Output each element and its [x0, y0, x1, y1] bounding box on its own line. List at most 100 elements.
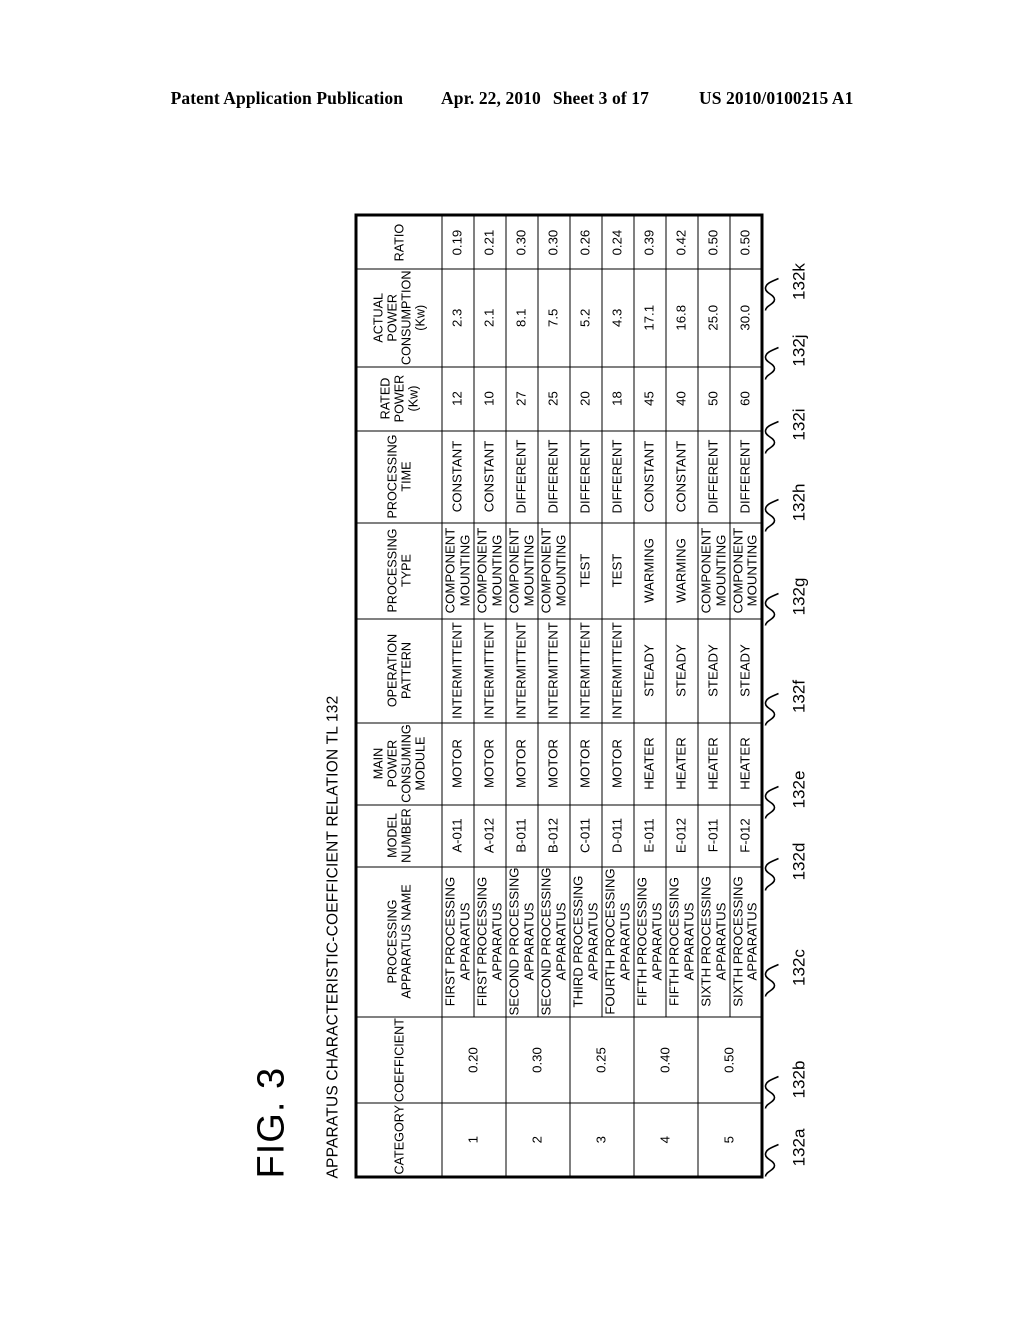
- cell-processing-type: COMPONENT MOUNTING: [697, 522, 730, 619]
- cell-module: HEATER: [633, 722, 666, 805]
- cell-processing-time: CONSTANT: [441, 430, 474, 523]
- leader-line-squiggle: [764, 498, 779, 532]
- column-header-module: MAIN POWER CONSUMING MODULE: [355, 722, 442, 805]
- cell-operation-pattern: INTERMITTENT: [601, 618, 634, 723]
- leader-line-squiggle: [764, 277, 779, 311]
- column-header-processing-time: PROCESSING TIME: [355, 430, 442, 523]
- cell-actual-power: 2.1: [473, 269, 506, 367]
- cell-processing-type: COMPONENT MOUNTING: [505, 522, 538, 619]
- publication-date: Apr. 22, 2010: [441, 88, 541, 108]
- cell-rated-power: 10: [473, 366, 506, 431]
- reference-numeral-label: 132d: [789, 842, 808, 881]
- cell-coefficient: 0.40: [633, 1016, 698, 1104]
- leader-line-squiggle: [764, 346, 779, 380]
- cell-operation-pattern: STEADY: [729, 618, 762, 723]
- cell-rated-power: 40: [665, 366, 698, 431]
- patent-sheet-header: Patent Application Publication Apr. 22, …: [0, 88, 1024, 109]
- leader-line-squiggle: [764, 785, 779, 819]
- cell-apparatus-name: FIFTH PROCESSING APPARATUS: [665, 866, 698, 1017]
- cell-category: 4: [633, 1103, 698, 1177]
- cell-actual-power: 4.3: [601, 269, 634, 367]
- leader-line-squiggle: [764, 1143, 779, 1177]
- cell-model-number: B-012: [537, 804, 570, 867]
- cell-rated-power: 50: [697, 366, 730, 431]
- cell-ratio: 0.19: [441, 215, 474, 270]
- column-header-category: CATEGORY: [355, 1103, 442, 1177]
- cell-rated-power: 20: [569, 366, 602, 431]
- cell-module: MOTOR: [569, 722, 602, 805]
- cell-module: HEATER: [729, 722, 762, 805]
- column-header-ratio: RATIO: [355, 215, 442, 270]
- table-row: 4 0.40 FIFTH PROCESSING APPARATUS E-011 HEAT…: [633, 215, 698, 1177]
- cell-rated-power: 25: [537, 366, 570, 431]
- cell-module: MOTOR: [601, 722, 634, 805]
- cell-operation-pattern: INTERMITTENT: [505, 618, 538, 723]
- column-header-processing-type: PROCESSING TYPE: [355, 522, 442, 619]
- cell-ratio: 0.50: [697, 215, 730, 270]
- cell-model-number: F-011: [697, 804, 730, 867]
- cell-coefficient: 0.30: [505, 1016, 570, 1104]
- figure-label: FIG. 3: [250, 1066, 292, 1179]
- cell-category: 3: [569, 1103, 634, 1177]
- cell-apparatus-name: SIXTH PROCESSING APPARATUS: [697, 866, 730, 1017]
- leader-line-squiggle: [764, 592, 779, 626]
- cell-model-number: B-011: [505, 804, 538, 867]
- cell-processing-time: DIFFERENT: [697, 430, 730, 523]
- cell-module: MOTOR: [505, 722, 538, 805]
- patent-number: US 2010/0100215 A1: [698, 88, 854, 108]
- cell-model-number: F-012: [729, 804, 762, 867]
- cell-rated-power: 45: [633, 366, 666, 431]
- cell-ratio: 0.30: [505, 215, 538, 270]
- cell-actual-power: 2.3: [441, 269, 474, 367]
- cell-apparatus-name: SIXTH PROCESSING APPARATUS: [729, 866, 762, 1017]
- cell-actual-power: 5.2: [569, 269, 602, 367]
- cell-category: 2: [505, 1103, 570, 1177]
- cell-processing-time: DIFFERENT: [601, 430, 634, 523]
- cell-coefficient: 0.25: [569, 1016, 634, 1104]
- reference-numeral-label: 132f: [789, 679, 808, 714]
- cell-processing-type: COMPONENT MOUNTING: [441, 522, 474, 619]
- cell-actual-power: 16.8: [665, 269, 698, 367]
- cell-coefficient: 0.20: [441, 1016, 506, 1104]
- reference-numeral-label: 132e: [789, 770, 808, 809]
- leader-line-squiggle: [764, 857, 779, 891]
- cell-operation-pattern: STEADY: [697, 618, 730, 723]
- cell-ratio: 0.50: [729, 215, 762, 270]
- cell-processing-type: WARMING: [633, 522, 666, 619]
- cell-operation-pattern: INTERMITTENT: [537, 618, 570, 723]
- cell-processing-time: CONSTANT: [473, 430, 506, 523]
- cell-processing-type: COMPONENT MOUNTING: [537, 522, 570, 619]
- cell-apparatus-name: FIRST PROCESSING APPARATUS: [473, 866, 506, 1017]
- cell-module: HEATER: [665, 722, 698, 805]
- cell-model-number: A-012: [473, 804, 506, 867]
- cell-apparatus-name: FOURTH PROCESSING APPARATUS: [601, 866, 634, 1017]
- cell-module: MOTOR: [441, 722, 474, 805]
- cell-rated-power: 18: [601, 366, 634, 431]
- cell-module: MOTOR: [473, 722, 506, 805]
- cell-processing-time: CONSTANT: [665, 430, 698, 523]
- cell-rated-power: 27: [505, 366, 538, 431]
- cell-processing-type: COMPONENT MOUNTING: [729, 522, 762, 619]
- cell-operation-pattern: INTERMITTENT: [569, 618, 602, 723]
- cell-operation-pattern: INTERMITTENT: [473, 618, 506, 723]
- cell-model-number: C-011: [569, 804, 602, 867]
- cell-actual-power: 25.0: [697, 269, 730, 367]
- cell-processing-time: DIFFERENT: [505, 430, 538, 523]
- column-header-apparatus-name: PROCESSING APPARATUS NAME: [355, 866, 442, 1017]
- table-header-row: CATEGORY COEFFICIENT PROCESSING APPARATU…: [355, 215, 442, 1177]
- cell-processing-time: DIFFERENT: [537, 430, 570, 523]
- cell-model-number: A-011: [441, 804, 474, 867]
- cell-processing-type: WARMING: [665, 522, 698, 619]
- column-header-operation-pattern: OPERATION PATTERN: [355, 618, 442, 723]
- cell-actual-power: 30.0: [729, 269, 762, 367]
- cell-rated-power: 12: [441, 366, 474, 431]
- cell-rated-power: 60: [729, 366, 762, 431]
- cell-apparatus-name: SECOND PROCESSING APPARATUS: [505, 866, 538, 1017]
- cell-actual-power: 7.5: [537, 269, 570, 367]
- cell-apparatus-name: FIFTH PROCESSING APPARATUS: [633, 866, 666, 1017]
- cell-operation-pattern: STEADY: [665, 618, 698, 723]
- reference-numeral-label: 132i: [789, 408, 808, 441]
- cell-module: MOTOR: [537, 722, 570, 805]
- cell-apparatus-name: FIRST PROCESSING APPARATUS: [441, 866, 474, 1017]
- cell-model-number: D-011: [601, 804, 634, 867]
